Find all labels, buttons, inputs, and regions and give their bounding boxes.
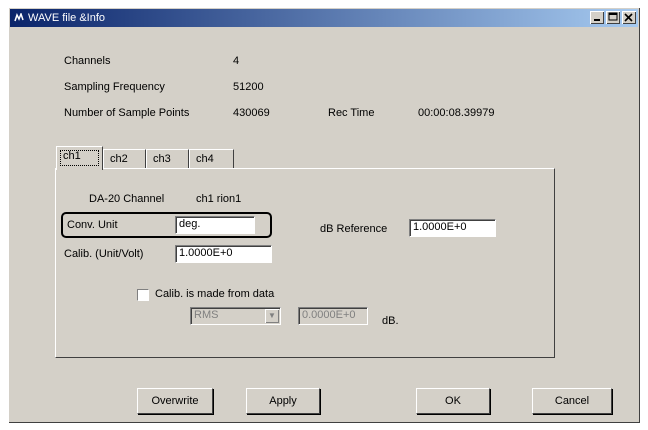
db-reference-label: dB Reference — [320, 223, 388, 235]
title-bar[interactable]: WAVE file &Info — [10, 9, 638, 27]
maximize-icon — [608, 12, 618, 21]
channels-value: 4 — [233, 55, 240, 67]
channels-label: Channels — [64, 55, 111, 67]
tab-label: ch1 — [63, 150, 81, 162]
calib-from-data-label: Calib. is made from data — [155, 288, 275, 300]
apply-button[interactable]: Apply — [246, 388, 320, 414]
sample-points-value: 430069 — [233, 107, 270, 119]
tab-label: ch4 — [196, 153, 214, 165]
da-channel-label: DA-20 Channel — [89, 193, 165, 205]
tab-ch3[interactable]: ch3 — [146, 149, 189, 168]
sampling-frequency-value: 51200 — [233, 81, 264, 93]
ok-button[interactable]: OK — [416, 388, 490, 414]
tab-ch2[interactable]: ch2 — [103, 149, 146, 168]
tab-ch1[interactable]: ch1 — [56, 146, 103, 170]
rms-select-value: RMS — [194, 309, 219, 321]
rec-time-label: Rec Time — [328, 107, 375, 119]
tab-ch4[interactable]: ch4 — [189, 149, 234, 168]
maximize-button[interactable] — [606, 11, 620, 24]
calib-label: Calib. (Unit/Volt) — [64, 248, 144, 260]
chevron-down-icon: ▼ — [265, 309, 279, 323]
close-button[interactable] — [622, 11, 636, 24]
tab-label: ch2 — [110, 153, 128, 165]
close-icon — [624, 13, 633, 22]
tab-label: ch3 — [153, 153, 171, 165]
minimize-button[interactable] — [590, 11, 604, 24]
app-icon — [14, 13, 24, 22]
cancel-button[interactable]: Cancel — [532, 388, 612, 414]
window-title: WAVE file &Info — [28, 12, 106, 24]
sampling-frequency-label: Sampling Frequency — [64, 81, 165, 93]
calib-input[interactable]: 1.0000E+0 — [175, 245, 272, 263]
calib-from-data-checkbox[interactable] — [137, 289, 149, 301]
rec-time-value: 00:00:08.39979 — [418, 107, 495, 119]
rms-select: RMS ▼ — [190, 307, 281, 325]
sample-points-label: Number of Sample Points — [64, 107, 190, 119]
overwrite-button[interactable]: Overwrite — [137, 388, 213, 414]
minimize-icon — [594, 19, 600, 21]
db-reference-input[interactable]: 1.0000E+0 — [409, 219, 496, 237]
da-channel-value: ch1 rion1 — [196, 193, 242, 205]
db-unit-label: dB. — [382, 315, 399, 327]
conv-unit-highlight — [61, 212, 272, 238]
db-value-input: 0.0000E+0 — [298, 307, 368, 325]
